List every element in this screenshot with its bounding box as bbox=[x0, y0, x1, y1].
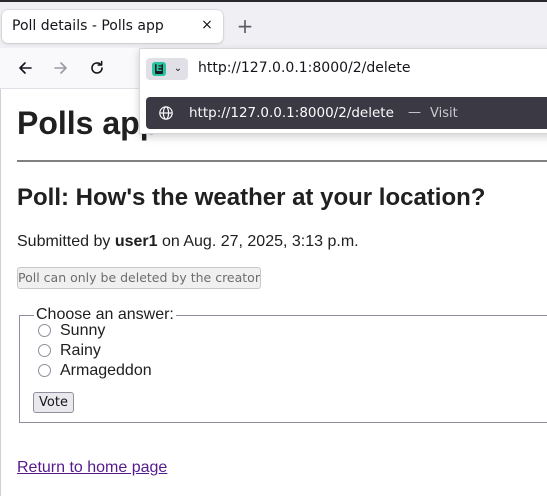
horizontal-rule bbox=[17, 160, 547, 162]
submitted-date: on Aug. 27, 2025, 3:13 p.m. bbox=[162, 233, 359, 250]
submitted-prefix: Submitted by bbox=[17, 233, 111, 250]
globe-icon bbox=[159, 106, 173, 120]
return-home-link[interactable]: Return to home page bbox=[17, 459, 167, 477]
back-button[interactable] bbox=[13, 56, 37, 80]
radio-button[interactable] bbox=[38, 364, 51, 377]
suggestion-separator: — bbox=[408, 105, 421, 120]
site-title: Polls app bbox=[17, 105, 160, 141]
arrow-left-icon bbox=[19, 62, 32, 74]
suggestion-action: Visit bbox=[430, 106, 458, 121]
radio-button[interactable] bbox=[38, 324, 51, 337]
arrow-right-icon bbox=[54, 62, 67, 74]
tab-title: Poll details - Polls app bbox=[12, 18, 164, 34]
option-label: Armageddon bbox=[60, 362, 152, 379]
extension-identity-button[interactable]: E ⌄ bbox=[146, 58, 188, 80]
reload-button[interactable] bbox=[85, 56, 109, 80]
answer-fieldset: Choose an answer: Sunny Rainy Armageddon… bbox=[19, 306, 547, 423]
reload-icon bbox=[91, 60, 103, 74]
vote-button[interactable]: Vote bbox=[33, 392, 74, 413]
extension-icon: E bbox=[152, 62, 166, 76]
submitted-user: user1 bbox=[114, 233, 158, 250]
new-tab-icon[interactable]: + bbox=[234, 15, 256, 37]
url-input[interactable]: http://127.0.0.1:8000/2/delete bbox=[198, 60, 410, 76]
page-content: Polls app Poll: How's the weather at you… bbox=[0, 89, 547, 496]
submitted-info: Submitted by user1 on Aug. 27, 2025, 3:1… bbox=[17, 233, 359, 251]
browser-window: Poll details - Polls app × + Polls app P… bbox=[0, 0, 547, 496]
suggestion-url: http://127.0.0.1:8000/2/delete bbox=[189, 105, 394, 121]
poll-heading: Poll: How's the weather at your location… bbox=[17, 184, 486, 211]
radio-button[interactable] bbox=[38, 344, 51, 357]
chevron-down-icon: ⌄ bbox=[173, 63, 183, 74]
option-label: Sunny bbox=[60, 322, 106, 339]
delete-poll-button: Poll can only be deleted by the creator bbox=[17, 267, 261, 289]
url-suggestion-row[interactable]: http://127.0.0.1:8000/2/delete — Visit bbox=[146, 97, 547, 129]
option-label: Rainy bbox=[60, 342, 101, 359]
tab-poll-details[interactable]: Poll details - Polls app × bbox=[2, 10, 223, 43]
forward-button[interactable] bbox=[49, 56, 73, 80]
window-edge bbox=[0, 89, 1, 496]
close-tab-icon[interactable]: × bbox=[199, 16, 215, 34]
tab-strip: Poll details - Polls app × + bbox=[0, 0, 547, 48]
address-bar-dropdown: E ⌄ http://127.0.0.1:8000/2/delete http:… bbox=[139, 48, 547, 134]
